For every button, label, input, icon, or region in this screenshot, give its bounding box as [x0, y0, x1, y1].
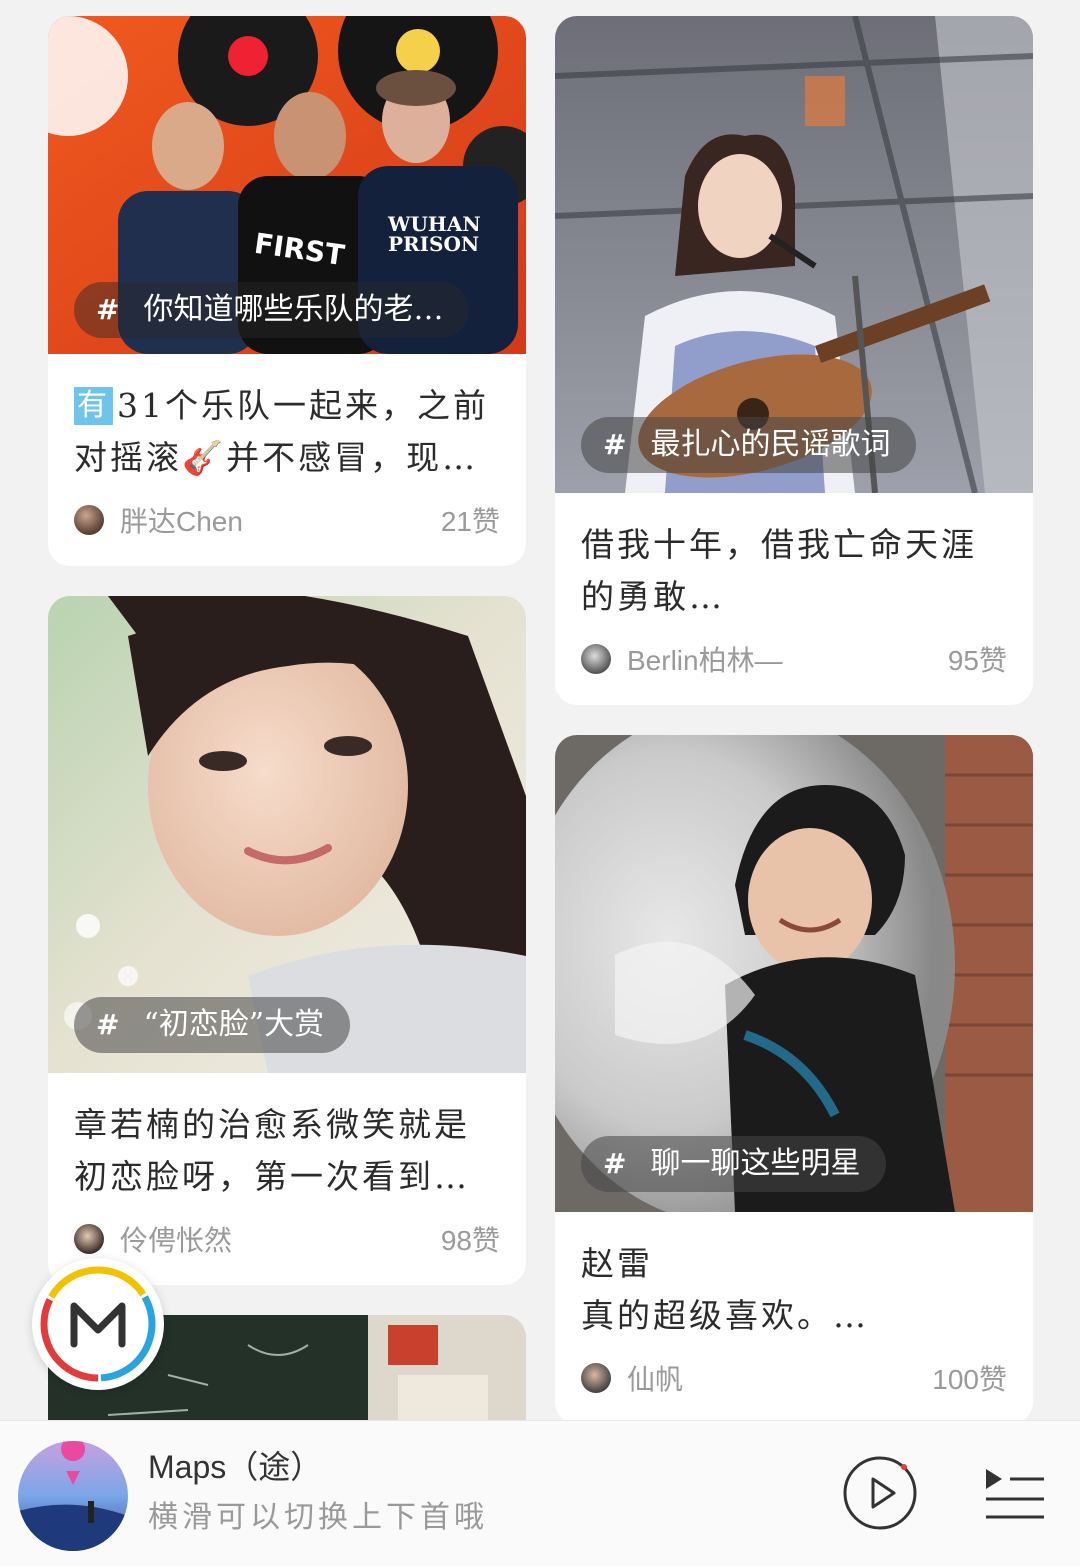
post-meta: Berlin柏林— 95赞	[581, 637, 1007, 681]
mini-player[interactable]: Maps（途） 横滑可以切换上下首哦	[0, 1420, 1080, 1566]
like-count[interactable]: 100赞	[932, 1358, 1007, 1398]
avatar[interactable]	[581, 644, 611, 674]
like-count[interactable]: 95赞	[948, 639, 1007, 679]
author-name[interactable]: 胖达Chen	[120, 500, 243, 540]
hash-icon: #	[603, 428, 627, 461]
post-card[interactable]: # 最扎心的民谣歌词 借我十年，借我亡命天涯的勇敢… Berlin柏林— 95赞	[555, 16, 1033, 705]
author[interactable]: Berlin柏林—	[581, 639, 783, 679]
hash-icon: #	[96, 1008, 120, 1041]
post-image[interactable]: # 最扎心的民谣歌词	[555, 16, 1033, 493]
playlist-icon	[986, 1469, 1044, 1519]
post-text: 赵雷 真的超级喜欢。…	[581, 1244, 869, 1335]
song-title: Maps（途）	[148, 1449, 323, 1485]
author[interactable]: 伶俜怅然	[74, 1219, 232, 1259]
topic-label: 你知道哪些乐队的老…	[143, 292, 444, 327]
album-art-image	[18, 1441, 128, 1551]
topic-label: “初恋脸”大赏	[143, 1007, 325, 1042]
topic-tag[interactable]: # 最扎心的民谣歌词	[581, 417, 917, 473]
topic-label: 最扎心的民谣歌词	[650, 427, 891, 462]
post-image[interactable]: FIRST WUHAN PRISON # 你知道哪些乐队的老…	[48, 16, 526, 354]
post-image[interactable]: # “初恋脸”大赏	[48, 596, 526, 1073]
like-count[interactable]: 21赞	[441, 500, 500, 540]
play-button[interactable]	[842, 1455, 918, 1531]
play-icon	[843, 1456, 917, 1530]
feed-column-left: FIRST WUHAN PRISON # 你知道哪些乐队的老… 有 31个乐队一起…	[48, 16, 526, 1420]
svg-text:PRISON: PRISON	[388, 232, 479, 256]
topic-label: 聊一聊这些明星	[650, 1146, 861, 1181]
author-name[interactable]: Berlin柏林—	[627, 639, 783, 679]
swipe-hint: 横滑可以切换上下首哦	[148, 1500, 488, 1535]
topic-tag[interactable]: # 聊一聊这些明星	[581, 1136, 887, 1192]
author[interactable]: 仙帆	[581, 1358, 683, 1398]
post-text: 有 31个乐队一起来，之前对摇滚🎸并不感冒，现…	[74, 386, 489, 477]
post-meta: 伶俜怅然 98赞	[74, 1217, 500, 1261]
highlight-tag: 有	[74, 387, 113, 425]
topic-tag[interactable]: # “初恋脸”大赏	[74, 997, 351, 1053]
post-image[interactable]: # 聊一聊这些明星	[555, 735, 1033, 1212]
floating-badge-button[interactable]	[32, 1258, 164, 1390]
post-card[interactable]: # 聊一聊这些明星 赵雷 真的超级喜欢。… 仙帆 100赞	[555, 735, 1033, 1420]
post-card[interactable]: # “初恋脸”大赏 章若楠的治愈系微笑就是初恋脸呀，第一次看到… 伶俜怅然 98…	[48, 596, 526, 1285]
author-name[interactable]: 仙帆	[627, 1358, 683, 1398]
post-meta: 胖达Chen 21赞	[74, 498, 500, 542]
hash-icon: #	[603, 1147, 627, 1180]
playlist-button[interactable]	[978, 1463, 1048, 1523]
post-meta: 仙帆 100赞	[581, 1356, 1007, 1400]
album-cover[interactable]	[18, 1441, 128, 1551]
author[interactable]: 胖达Chen	[74, 500, 243, 540]
like-count[interactable]: 98赞	[441, 1219, 500, 1259]
m-logo-icon	[40, 1266, 156, 1382]
feed-column-right: # 最扎心的民谣歌词 借我十年，借我亡命天涯的勇敢… Berlin柏林— 95赞	[555, 16, 1033, 1420]
post-card[interactable]: FIRST WUHAN PRISON # 你知道哪些乐队的老… 有 31个乐队一起…	[48, 16, 526, 566]
topic-tag[interactable]: # 你知道哪些乐队的老…	[74, 282, 470, 338]
avatar[interactable]	[581, 1363, 611, 1393]
hash-icon: #	[96, 293, 120, 326]
avatar[interactable]	[74, 1224, 104, 1254]
post-text: 借我十年，借我亡命天涯的勇敢…	[581, 525, 977, 616]
feed: FIRST WUHAN PRISON # 你知道哪些乐队的老… 有 31个乐队一起…	[0, 0, 1080, 1420]
author-name[interactable]: 伶俜怅然	[120, 1219, 232, 1259]
avatar[interactable]	[74, 505, 104, 535]
player-info[interactable]: Maps（途） 横滑可以切换上下首哦	[148, 1443, 488, 1545]
post-text: 章若楠的治愈系微笑就是初恋脸呀，第一次看到…	[74, 1105, 470, 1196]
